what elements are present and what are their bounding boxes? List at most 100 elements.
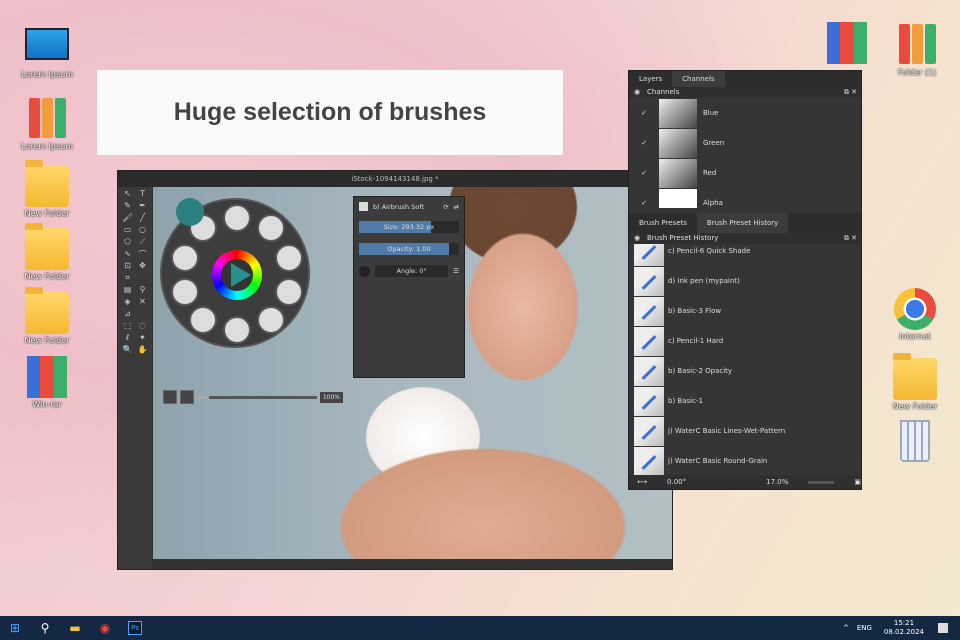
chrome-icon[interactable]: ◉ xyxy=(90,616,120,640)
zoom-slider[interactable] xyxy=(197,395,317,399)
mirror-icon[interactable] xyxy=(163,390,177,404)
list-item[interactable]: c) Pencil-6 Quick Shade xyxy=(629,244,861,266)
folder-icon xyxy=(25,223,69,270)
angle-field[interactable]: Angle: 0° xyxy=(375,265,449,277)
curve-tool-icon[interactable]: ⌒ xyxy=(135,249,150,261)
fit-icon[interactable]: ▣ xyxy=(854,478,861,486)
move-tool-icon[interactable]: ✥ xyxy=(135,261,150,273)
tab-brush-preset-history[interactable]: Brush Preset History xyxy=(696,213,789,233)
line-tool-icon[interactable]: ╱ xyxy=(135,213,150,225)
palette-zoom-bar: 100% xyxy=(163,390,343,404)
brush-preset-slot[interactable] xyxy=(223,204,251,232)
desktop-icon-label: Folder (1) xyxy=(897,68,937,77)
color-triangle[interactable] xyxy=(231,263,251,287)
brush-preset-slot[interactable] xyxy=(257,306,285,334)
brush-history-list[interactable]: c) Pencil-6 Quick Shade d) Ink pen (mypa… xyxy=(629,244,861,476)
rotate-icon[interactable]: ⟷ xyxy=(637,478,647,486)
check-icon[interactable]: ✓ xyxy=(629,169,659,177)
size-slider[interactable]: Size: 293.32 px xyxy=(359,221,459,233)
list-item[interactable]: b) Basic-1 xyxy=(629,386,861,416)
channel-row: ✓ Alpha xyxy=(629,188,861,208)
brush-preset-slot[interactable] xyxy=(171,244,199,272)
select-tool-icon[interactable]: ↖ xyxy=(120,189,135,201)
brush-preset-slot[interactable] xyxy=(223,316,251,344)
lasso-select-icon[interactable]: ℓ xyxy=(120,333,135,345)
magic-select-icon[interactable]: ✦ xyxy=(135,333,150,345)
list-item[interactable]: d) Ink pen (mypaint) xyxy=(629,266,861,296)
brush-preset-slot[interactable] xyxy=(275,278,303,306)
desktop-icon-label: Lorem Ipsum xyxy=(20,142,74,151)
windows-start-icon[interactable]: ⊞ xyxy=(0,616,30,640)
desktop-icon-folder[interactable]: New Folder xyxy=(12,160,82,218)
rect-select-icon[interactable]: ⬚ xyxy=(120,321,135,333)
tray-chevron-icon[interactable]: ^ xyxy=(843,624,849,632)
brush-preset-slot[interactable] xyxy=(275,244,303,272)
brush-settings-popup: b) Airbrush Soft ⟳ ⇄ Size: 293.32 px Opaci… xyxy=(353,196,465,378)
ellipse-tool-icon[interactable]: ○ xyxy=(135,225,150,237)
desktop-icon-folder[interactable]: New Folder xyxy=(880,353,950,411)
reload-icon[interactable]: ⟳ xyxy=(443,203,448,211)
fill-tool-icon[interactable]: ◈ xyxy=(120,297,135,309)
recycle-bin[interactable] xyxy=(880,420,950,464)
list-item[interactable]: j) WaterC Basic Lines-Wet-Pattern xyxy=(629,416,861,446)
gradient-tool-icon[interactable]: ▤ xyxy=(120,285,135,297)
pan-tool-icon[interactable]: ✋ xyxy=(135,345,150,357)
measure-tool-icon[interactable]: ⊿ xyxy=(120,309,135,321)
check-icon[interactable]: ✓ xyxy=(629,199,659,207)
desktop-icon-folder-1[interactable]: Folder (1) xyxy=(882,24,952,77)
desktop-icon-folder[interactable]: New Folder xyxy=(12,223,82,281)
freehand-tool-icon[interactable]: ∿ xyxy=(120,249,135,261)
desktop-icon-computer[interactable]: Lorem Ipsum xyxy=(12,28,82,79)
folder-icon xyxy=(25,287,69,334)
clock[interactable]: 15:21 08.02.2024 xyxy=(884,619,924,637)
opacity-slider[interactable]: Opacity: 1.00 xyxy=(359,243,459,255)
assistant-tool-icon[interactable]: ✕ xyxy=(135,297,150,309)
pen-tool-icon[interactable]: ✒ xyxy=(135,201,150,213)
list-item[interactable]: c) Pencil-1 Hard xyxy=(629,326,861,356)
tab-layers[interactable]: Layers xyxy=(629,71,672,87)
angle-dial[interactable] xyxy=(359,265,370,277)
desktop-icon-binders[interactable]: Lorem Ipsum xyxy=(12,98,82,151)
notification-icon[interactable] xyxy=(938,623,948,633)
desktop-icon-internet[interactable]: Internet xyxy=(880,288,950,341)
brush-tool-icon[interactable]: 🖌 xyxy=(120,213,135,225)
brush-preset-slot[interactable] xyxy=(257,214,285,242)
channel-row: ✓ Green xyxy=(629,128,861,158)
list-item[interactable]: b) Basic-3 Flow xyxy=(629,296,861,326)
winrar-icon xyxy=(27,356,67,398)
check-icon[interactable]: ✓ xyxy=(629,109,659,117)
desktop-icon-winrar[interactable]: Win-rar xyxy=(12,356,82,409)
menu-icon[interactable]: ☰ xyxy=(453,267,459,275)
list-item[interactable]: j) WaterC Basic Round-Grain xyxy=(629,446,861,476)
channel-list[interactable]: ✓ Blue ✓ Green ✓ Red ✓ Alpha xyxy=(629,98,861,208)
brush-thumbnail xyxy=(634,446,664,476)
tab-channels[interactable]: Channels xyxy=(672,71,725,87)
brush-preset-slot[interactable] xyxy=(189,306,217,334)
foreground-color-swatch[interactable] xyxy=(176,198,204,226)
desktop-icon-winrar[interactable] xyxy=(812,22,882,66)
rect-tool-icon[interactable]: ▭ xyxy=(120,225,135,237)
photoshop-icon[interactable]: Ps xyxy=(120,616,150,640)
edit-tool-icon[interactable]: ✎ xyxy=(120,201,135,213)
list-item[interactable]: b) Basic-2 Opacity xyxy=(629,356,861,386)
polygon-tool-icon[interactable]: ⬠ xyxy=(120,237,135,249)
language-indicator[interactable]: ENG xyxy=(857,624,872,632)
desktop-icon-folder[interactable]: New Folder xyxy=(12,287,82,345)
zoom-slider[interactable] xyxy=(808,480,835,484)
search-icon[interactable]: ⚲ xyxy=(30,616,60,640)
file-explorer-icon[interactable]: ▬ xyxy=(60,616,90,640)
text-tool-icon[interactable]: T xyxy=(135,189,150,201)
crop-tool-icon[interactable]: ⌗ xyxy=(120,273,135,285)
picker-tool-icon[interactable]: ⚲ xyxy=(135,285,150,297)
transform-tool-icon[interactable]: ⊡ xyxy=(120,261,135,273)
polyline-tool-icon[interactable]: ⟋ xyxy=(135,237,150,249)
brush-preset-slot[interactable] xyxy=(171,278,199,306)
tab-brush-presets[interactable]: Brush Presets xyxy=(629,213,697,233)
canvas-only-icon[interactable] xyxy=(180,390,194,404)
swap-icon[interactable]: ⇄ xyxy=(454,203,459,211)
check-icon[interactable]: ✓ xyxy=(629,139,659,147)
brush-preset-icon[interactable] xyxy=(359,202,368,211)
zoom-tool-icon[interactable]: 🔍 xyxy=(120,345,135,357)
brush-name: b) Airbrush Soft xyxy=(373,202,424,211)
ellipse-select-icon[interactable]: ◌ xyxy=(135,321,150,333)
